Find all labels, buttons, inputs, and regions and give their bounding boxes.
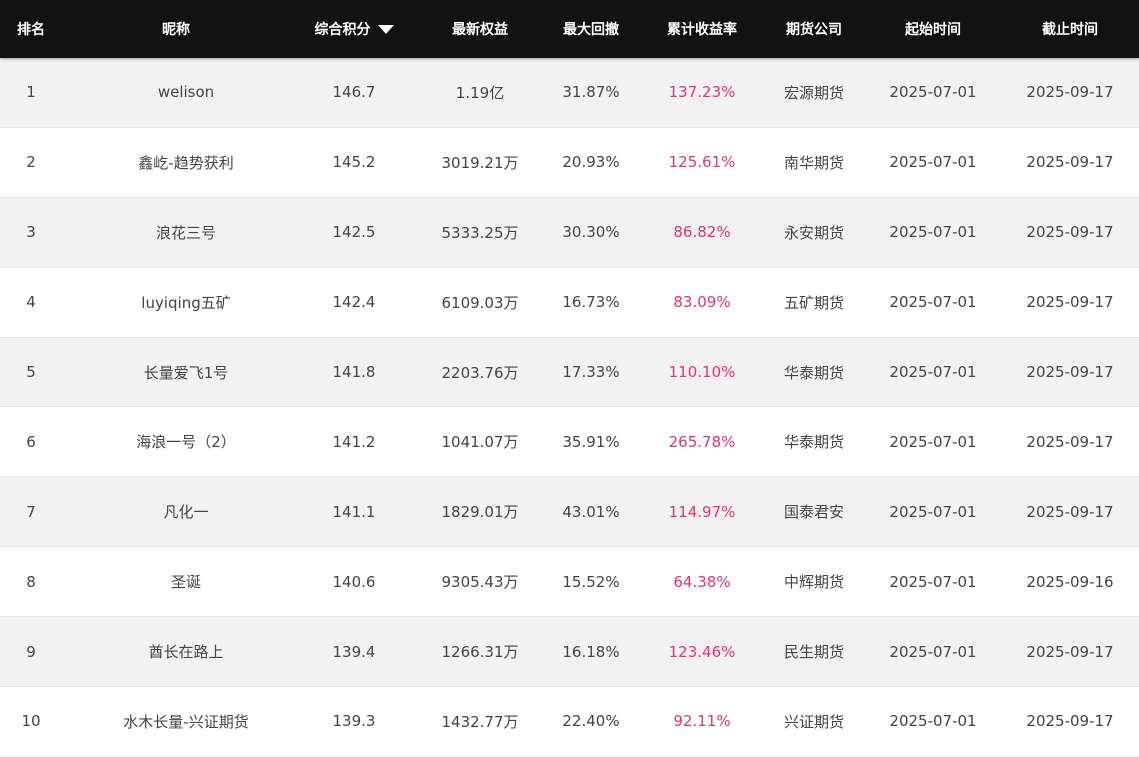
header-nickname[interactable]: 昵称	[76, 0, 276, 58]
table-row[interactable]: 5 长量爱飞1号 141.8 2203.76万 17.33% 110.10% 华泰期货 202…	[0, 337, 1139, 408]
cell-end-time: 2025-09-17	[1026, 153, 1114, 172]
table-row[interactable]: 4 luyiqing五矿 142.4 6109.03万 16.73% 83.09% 五矿期货…	[0, 267, 1139, 338]
cell-end-time: 2025-09-17	[1026, 293, 1114, 312]
header-end-time[interactable]: 截止时间	[970, 0, 1139, 58]
cell-end-time: 2025-09-17	[1026, 712, 1114, 731]
table-row[interactable]: 7 凡化一 141.1 1829.01万 43.01% 114.97% 国泰君安 2025-0…	[0, 477, 1139, 548]
table-row[interactable]: 2 鑫屹-趋势获利 145.2 3019.21万 20.93% 125.61% 南华期货 20…	[0, 127, 1139, 198]
cell-end-time: 2025-09-17	[1026, 223, 1114, 242]
table-row[interactable]: 8 圣诞 140.6 9305.43万 15.52% 64.38% 中辉期货 2025-07-…	[0, 547, 1139, 618]
table-row[interactable]: 1 welison 146.7 1.19亿 31.87% 137.23% 宏源期货 2025-…	[0, 58, 1139, 128]
table-row[interactable]: 6 海浪一号（2） 141.2 1041.07万 35.91% 265.78% 华泰期货 20…	[0, 407, 1139, 478]
table-row[interactable]: 10 水木长量-兴证期货 139.3 1432.77万 22.40% 92.11% 兴证期货…	[0, 687, 1139, 757]
header-score-label: 综合积分	[314, 22, 371, 38]
cell-end-time: 2025-09-17	[1026, 642, 1114, 661]
cell-end-time: 2025-09-17	[1026, 502, 1114, 521]
cell-end-time: 2025-09-17	[1026, 432, 1114, 451]
cell-end-time: 2025-09-17	[1026, 83, 1114, 102]
cell-end-time: 2025-09-16	[1026, 572, 1114, 591]
table-body: 1 welison 146.7 1.19亿 31.87% 137.23% 宏源期货 2025-…	[0, 58, 1139, 757]
table-row[interactable]: 9 酋长在路上 139.4 1266.31万 16.18% 123.46% 民生期货 2025…	[0, 617, 1139, 688]
cell-end-time: 2025-09-17	[1026, 363, 1114, 381]
table-header: 排名 昵称 综合积分 最新权益 最大回撤 累计收益率 期货公司 起始时间 截止时…	[0, 0, 1139, 58]
ranking-table: 排名 昵称 综合积分 最新权益 最大回撤 累计收益率 期货公司 起始时间 截止时…	[0, 0, 1139, 757]
table-row[interactable]: 3 浪花三号 142.5 5333.25万 30.30% 86.82% 永安期货 2025-0…	[0, 197, 1139, 268]
